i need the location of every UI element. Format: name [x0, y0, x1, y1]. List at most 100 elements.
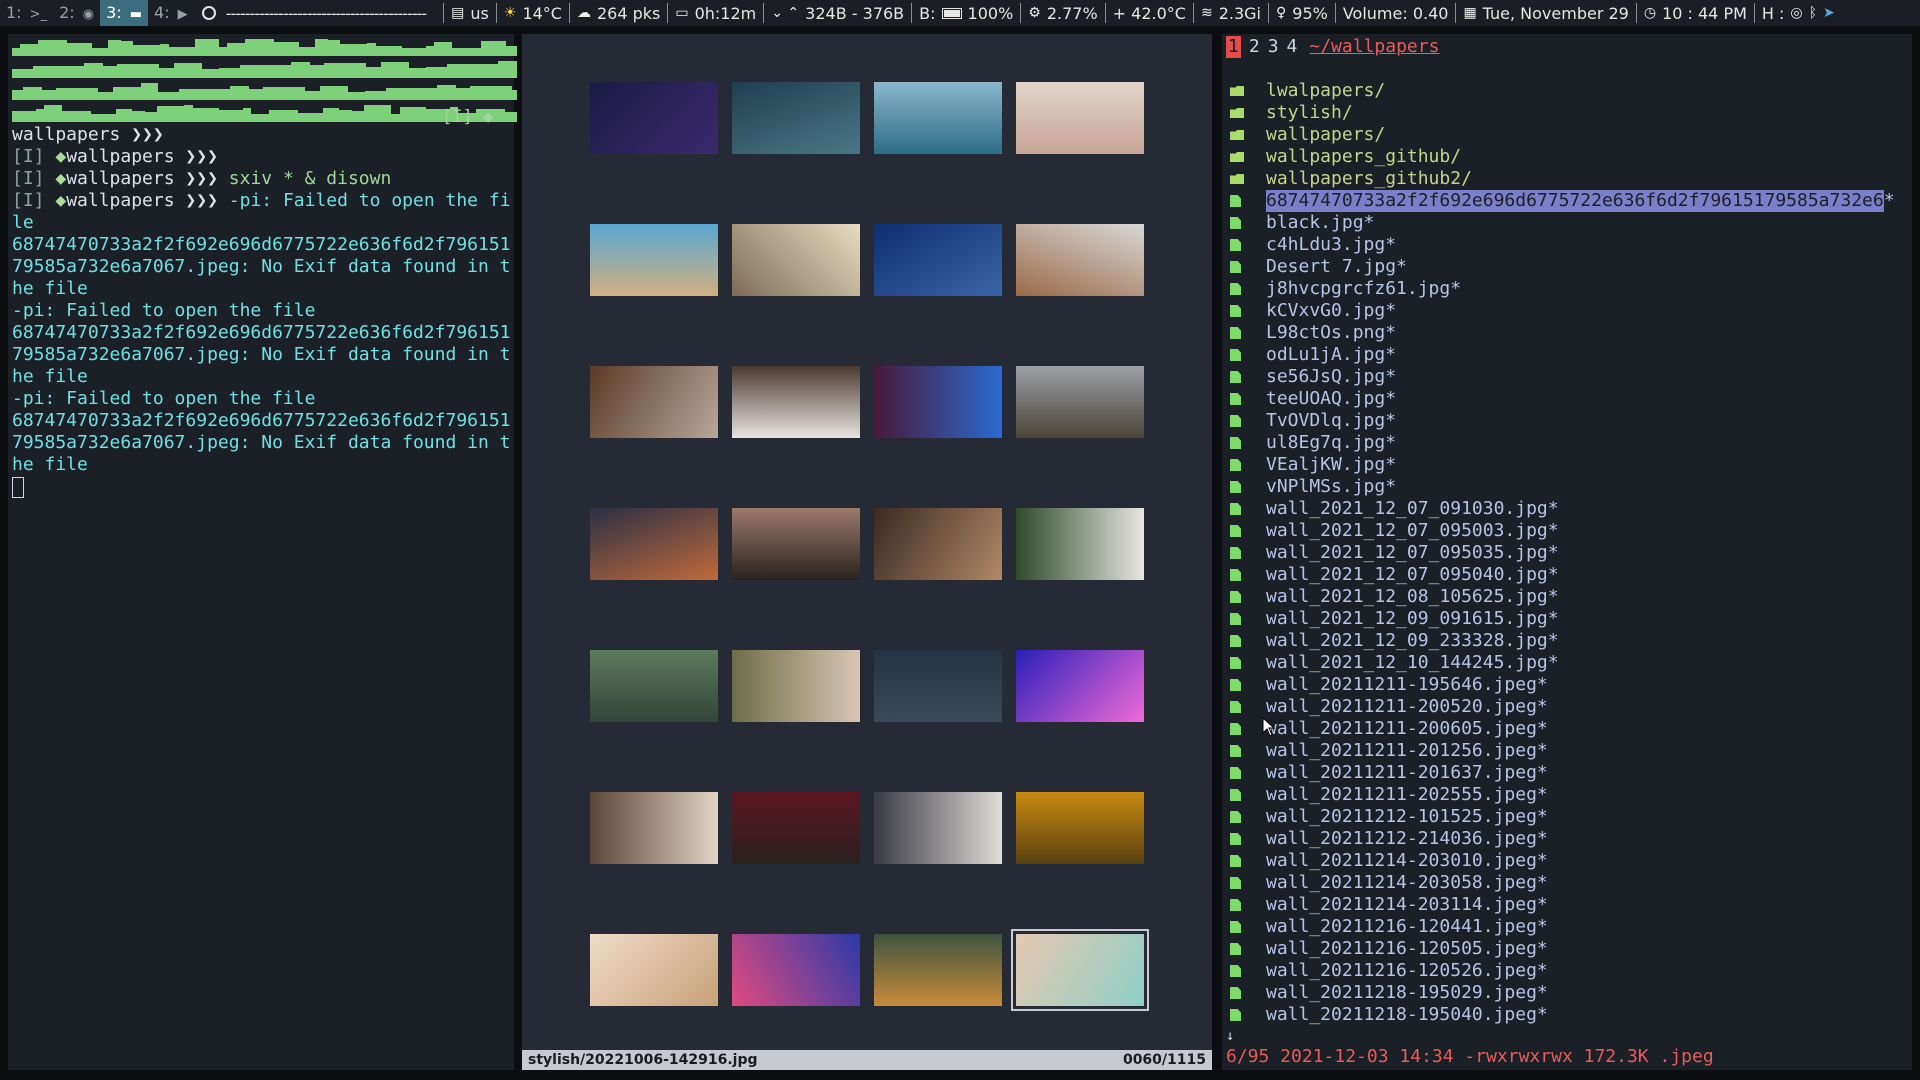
thumb-sandy-beach[interactable]	[590, 224, 718, 296]
file-item[interactable]: wall_20211218-195029.jpeg*	[1230, 982, 1910, 1004]
entry-name: wallpapers/	[1266, 124, 1386, 145]
date[interactable]: ▦ Tue, November 29	[1463, 4, 1628, 23]
file-item[interactable]: L98ctOs.png*	[1230, 322, 1910, 344]
file-item[interactable]: wall_20211214-203058.jpeg*	[1230, 872, 1910, 894]
thumb-city-aerial[interactable]	[590, 792, 718, 864]
directory-item[interactable]: wallpapers_github/	[1230, 146, 1910, 168]
fm-tab-4[interactable]: 4	[1287, 36, 1298, 58]
file-item[interactable]: wall_2021_12_07_095040.jpg*	[1230, 564, 1910, 586]
thumb-abstract-waves[interactable]	[732, 934, 860, 1006]
thumb-ocean-waves[interactable]	[732, 82, 860, 154]
thumb-sunflowers[interactable]	[1016, 792, 1144, 864]
thumb-pool-aerial[interactable]	[1011, 929, 1149, 1011]
file-item[interactable]: TvOVDlq.jpg*	[1230, 410, 1910, 432]
thumb-jellyfish[interactable]	[874, 224, 1002, 296]
thumb-building[interactable]	[732, 224, 860, 296]
keyboard-layout[interactable]: ▤ us	[451, 4, 489, 23]
thumb-beach-haze[interactable]	[1016, 82, 1144, 154]
thumb-mountain[interactable]	[1016, 366, 1144, 438]
file-item[interactable]: black.jpg*	[1230, 212, 1910, 234]
weather[interactable]: ☀ 14°C	[504, 4, 562, 23]
thumb-couple[interactable]	[874, 792, 1002, 864]
thumb-laptop-dog[interactable]	[1016, 224, 1144, 296]
file-item[interactable]: wall_20211218-195040.jpeg*	[1230, 1004, 1910, 1026]
lf-file-manager[interactable]: 1 2 3 4 ~/wallpapers lwalpapers/stylish/wall…	[1222, 34, 1912, 1070]
file-item[interactable]: wall_20211216-120505.jpeg*	[1230, 938, 1910, 960]
thumb-dusk-silhouette[interactable]	[732, 508, 860, 580]
file-item[interactable]: wall_20211216-120526.jpeg*	[1230, 960, 1910, 982]
thumb-desk-setup[interactable]	[732, 366, 860, 438]
network[interactable]: ⌄ ⌃ 324B - 376B	[771, 4, 904, 23]
terminal-window[interactable]: [I] ◆ wallpapers ❯❯❯ [I] ◆wallpapers ❯❯❯[…	[8, 34, 517, 1070]
volume[interactable]: Volume: 0.40	[1343, 4, 1449, 23]
thumb-blur-leaves[interactable]	[874, 508, 1002, 580]
file-item[interactable]: wall_20211211-195646.jpeg*	[1230, 674, 1910, 696]
directory-item[interactable]: wallpapers/	[1230, 124, 1910, 146]
file-item[interactable]: vNPlMSs.jpg*	[1230, 476, 1910, 498]
workspace-3[interactable]: 3: ▬	[100, 0, 149, 26]
directory-item[interactable]: wallpapers_github2/	[1230, 168, 1910, 190]
file-item[interactable]: wall_2021_12_07_091030.jpg*	[1230, 498, 1910, 520]
thumb-laptop-typing[interactable]	[590, 366, 718, 438]
file-item[interactable]: wall_20211212-101525.jpeg*	[1230, 806, 1910, 828]
thumb-blazer[interactable]	[874, 650, 1002, 722]
file-item[interactable]: VEaljKW.jpg*	[1230, 454, 1910, 476]
file-item[interactable]: wall_20211211-201637.jpeg*	[1230, 762, 1910, 784]
file-item[interactable]: se56JsQ.jpg*	[1230, 366, 1910, 388]
file-item[interactable]: wall_20211211-202555.jpeg*	[1230, 784, 1910, 806]
file-item[interactable]: wall_2021_12_07_095003.jpg*	[1230, 520, 1910, 542]
uptime[interactable]: ▭ 0h:12m	[675, 4, 756, 23]
sxiv-thumbnail-viewer[interactable]: stylish/20221006-142916.jpg 0060/1115	[522, 34, 1212, 1070]
thumb-molecules[interactable]	[590, 934, 718, 1006]
fm-tab-2[interactable]: 2	[1249, 36, 1260, 58]
visualizer-bar	[23, 87, 42, 100]
current-directory-path[interactable]: ~/wallpapers	[1309, 36, 1439, 58]
file-item[interactable]: wall_20211211-201256.jpeg*	[1230, 740, 1910, 762]
file-item[interactable]: wall_20211212-214036.jpeg*	[1230, 828, 1910, 850]
file-item[interactable]: wall_20211216-120441.jpeg*	[1230, 916, 1910, 938]
separator	[1104, 3, 1106, 23]
workspace-2[interactable]: 2: ◉	[53, 0, 100, 26]
memory[interactable]: ≋ 2.3Gi	[1201, 4, 1261, 23]
thumb-keyboard[interactable]	[590, 82, 718, 154]
directory-item[interactable]: stylish/	[1230, 102, 1910, 124]
file-item[interactable]: ul8Eg7q.jpg*	[1230, 432, 1910, 454]
workspace-4[interactable]: 4: ▶	[148, 0, 194, 26]
file-item[interactable]: wall_20211211-200605.jpeg*	[1230, 718, 1910, 740]
host[interactable]: H : ◎ ᛒ ➤	[1762, 4, 1835, 23]
file-item[interactable]: 68747470733a2f2f692e696d6775722e636f6d2f…	[1230, 190, 1910, 212]
thumb-green-sweater[interactable]	[590, 650, 718, 722]
cpu[interactable]: ⚙ 2.77%	[1028, 4, 1097, 23]
thumb-city-night[interactable]	[590, 508, 718, 580]
fm-tab-1[interactable]: 1	[1226, 36, 1241, 58]
file-item[interactable]: wall_20211211-200520.jpeg*	[1230, 696, 1910, 718]
packages[interactable]: ☁ 264 pks	[577, 4, 660, 23]
thumb-color-swirl[interactable]	[1016, 650, 1144, 722]
directory-item[interactable]: lwalpapers/	[1230, 80, 1910, 102]
file-item[interactable]: kCVxvG0.jpg*	[1230, 300, 1910, 322]
file-item[interactable]: teeUOAQ.jpg*	[1230, 388, 1910, 410]
battery[interactable]: B: 100%	[919, 4, 1013, 23]
thumb-red-alley[interactable]	[732, 792, 860, 864]
file-item[interactable]: wall_20211214-203114.jpeg*	[1230, 894, 1910, 916]
clock[interactable]: ◷ 10 : 44 PM	[1644, 4, 1747, 23]
file-item[interactable]: wall_2021_12_09_233328.jpg*	[1230, 630, 1910, 652]
file-item[interactable]: Desert 7.jpg*	[1230, 256, 1910, 278]
fm-tab-3[interactable]: 3	[1268, 36, 1279, 58]
file-item[interactable]: wall_2021_12_09_091615.jpg*	[1230, 608, 1910, 630]
thumb-old-car[interactable]	[874, 934, 1002, 1006]
file-item[interactable]: odLu1jA.jpg*	[1230, 344, 1910, 366]
file-item[interactable]: j8hvcpgrcfz61.jpg*	[1230, 278, 1910, 300]
file-item[interactable]: wall_2021_12_10_144245.jpg*	[1230, 652, 1910, 674]
thumb-plant-table[interactable]	[1016, 508, 1144, 580]
file-item[interactable]: c4hLdu3.jpg*	[1230, 234, 1910, 256]
file-item[interactable]: wall_20211214-203010.jpeg*	[1230, 850, 1910, 872]
brightness[interactable]: ♀ 95%	[1276, 4, 1328, 23]
file-item[interactable]: wall_2021_12_08_105625.jpg*	[1230, 586, 1910, 608]
thumb-mother-child[interactable]	[732, 650, 860, 722]
thumb-neon-synth[interactable]	[874, 366, 1002, 438]
file-item[interactable]: wall_2021_12_07_095035.jpg*	[1230, 542, 1910, 564]
thumb-calm-sea[interactable]	[874, 82, 1002, 154]
workspace-1[interactable]: 1: >_	[0, 0, 53, 26]
temperature[interactable]: + 42.0°C	[1113, 4, 1186, 23]
